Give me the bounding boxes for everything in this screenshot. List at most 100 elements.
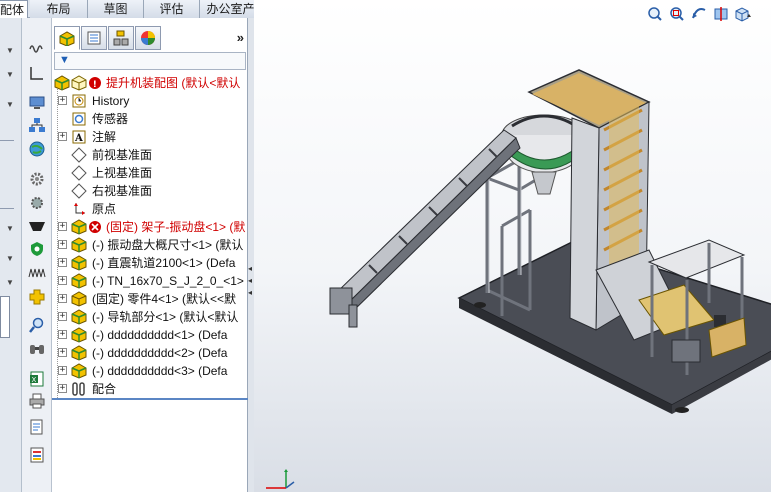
subassembly-icon <box>71 327 87 343</box>
annotation-icon: A <box>72 130 86 144</box>
tree-item-label: 传感器 <box>92 112 129 126</box>
tree-item-mates[interactable]: + 配合 <box>52 380 248 398</box>
expand-icon[interactable]: + <box>58 384 67 393</box>
dropdown-arrow-icon[interactable]: ▼ <box>6 278 14 287</box>
collapse-arrow-icon[interactable]: ◂ <box>248 276 252 285</box>
display-icon[interactable] <box>27 94 47 112</box>
tree-root[interactable]: ! 提升机装配图 (默认<默认 <box>52 74 248 92</box>
funnel-icon[interactable] <box>27 218 47 236</box>
tree-root-label: 提升机装配图 (默认<默认 <box>106 76 241 90</box>
tab-property-manager[interactable] <box>81 26 107 50</box>
tree-item-component[interactable]: + (固定) 零件4<1> (默认<<默 <box>52 290 248 308</box>
tree-item-component[interactable]: + (-) dddddddddd<2> (Defa <box>52 344 248 362</box>
expand-icon[interactable]: + <box>58 96 67 105</box>
plane-icon <box>71 147 87 163</box>
assembly-model[interactable] <box>254 0 771 492</box>
tree-item-right-plane[interactable]: 右视基准面 <box>52 182 248 200</box>
expand-icon[interactable]: + <box>58 240 67 249</box>
tab-feature-tree[interactable] <box>54 26 80 50</box>
tab-display-manager[interactable] <box>135 26 161 50</box>
tree-item-label: (-) 振动盘大概尺寸<1> (默认 <box>92 238 244 252</box>
command-manager-tabs: 配体 布局 草图 评估 办公室产品 <box>0 0 280 18</box>
origin-icon <box>74 203 85 215</box>
tree-item-label: 注解 <box>92 130 117 144</box>
tab-layout[interactable]: 布局 <box>30 0 88 18</box>
collapse-arrow-icon[interactable]: ◂ <box>248 264 252 273</box>
expand-icon[interactable]: + <box>58 294 67 303</box>
globe-icon[interactable] <box>27 140 47 158</box>
dropdown-arrow-icon[interactable]: ▼ <box>6 70 14 79</box>
tree-item-label: (-) 直震轨道2100<1> (Defa <box>92 256 236 270</box>
expand-icon[interactable]: + <box>58 312 67 321</box>
tab-assembly[interactable]: 配体 <box>0 0 28 18</box>
tab-sketch[interactable]: 草图 <box>88 0 144 18</box>
command-field[interactable] <box>0 296 10 338</box>
expand-icon[interactable]: + <box>58 330 67 339</box>
tree-item-component[interactable]: + (-) 振动盘大概尺寸<1> (默认 <box>52 236 248 254</box>
tree-item-front-plane[interactable]: 前视基准面 <box>52 146 248 164</box>
assembly-structure-icon[interactable] <box>27 116 47 134</box>
tree-item-label: 前视基准面 <box>92 148 153 162</box>
spring-coil-icon[interactable] <box>27 264 47 282</box>
dropdown-arrow-icon[interactable]: ▼ <box>6 100 14 109</box>
tree-item-component[interactable]: + (-) TN_16x70_S_J_2_0_<1> < <box>52 272 248 290</box>
collapse-arrow-icon[interactable]: ◂ <box>248 288 252 297</box>
plane-icon <box>71 165 87 181</box>
error-icon <box>89 221 101 233</box>
assembly-icon <box>54 75 70 91</box>
tree-item-component[interactable]: + (-) 导轨部分<1> (默认<默认 <box>52 308 248 326</box>
graphics-area[interactable] <box>254 0 771 492</box>
tree-item-origin[interactable]: 原点 <box>52 200 248 218</box>
tree-item-annotations[interactable]: + A 注解 <box>52 128 248 146</box>
expand-icon[interactable]: + <box>58 132 67 141</box>
tree-item-component[interactable]: + (-) dddddddddd<1> (Defa <box>52 326 248 344</box>
expand-icon[interactable]: + <box>58 276 67 285</box>
dropdown-arrow-icon[interactable]: ▼ <box>6 254 14 263</box>
tab-configuration-manager[interactable] <box>108 26 134 50</box>
tree-item-label: 配合 <box>92 382 117 396</box>
triad-axis-icon <box>266 469 295 489</box>
tree-item-component[interactable]: + (-) dddddddddd<3> (Defa <box>52 362 248 380</box>
tree-item-label: 原点 <box>92 202 117 216</box>
search-icon[interactable] <box>27 316 47 334</box>
separator <box>0 208 14 209</box>
tree-item-sensors[interactable]: 传感器 <box>52 110 248 128</box>
expand-icon[interactable]: + <box>58 222 67 231</box>
excel-icon[interactable]: X <box>27 370 47 388</box>
spring-icon[interactable] <box>27 40 47 58</box>
svg-text:A: A <box>74 133 83 144</box>
shield-check-icon[interactable] <box>27 240 47 258</box>
tree-item-label: (-) 导轨部分<1> (默认<默认 <box>92 310 239 324</box>
tree-item-history[interactable]: + History <box>52 92 248 110</box>
tree-item-component[interactable]: + (固定) 架子-振动盘<1> (默 <box>52 218 248 236</box>
expand-icon[interactable]: + <box>58 366 67 375</box>
tree-item-label: History <box>92 94 130 108</box>
filter-icon[interactable]: ▼ <box>59 54 70 66</box>
tree-item-label: 上视基准面 <box>92 166 153 180</box>
expand-icon[interactable]: + <box>58 348 67 357</box>
dropdown-arrow-icon[interactable]: ▼ <box>6 46 14 55</box>
print-icon[interactable] <box>27 392 47 410</box>
cross-part-icon[interactable] <box>27 288 47 306</box>
gear-icon[interactable] <box>27 170 47 188</box>
tree-item-top-plane[interactable]: 上视基准面 <box>52 164 248 182</box>
plane-icon <box>71 183 87 199</box>
dropdown-arrow-icon[interactable]: ▼ <box>6 224 14 233</box>
tab-evaluate[interactable]: 评估 <box>144 0 200 18</box>
assembly-tree-icon <box>59 31 75 46</box>
more-tabs-chevron-icon[interactable]: » <box>237 30 244 45</box>
gear-settings-icon[interactable] <box>27 194 47 212</box>
tree-item-component[interactable]: + (-) 直震轨道2100<1> (Defa <box>52 254 248 272</box>
subassembly-icon <box>71 273 87 289</box>
smart-dimension-icon[interactable] <box>27 64 47 82</box>
expand-icon[interactable]: + <box>58 258 67 267</box>
bill-of-materials-icon[interactable] <box>27 446 47 464</box>
rollback-bar[interactable] <box>52 398 248 400</box>
error-icon: ! <box>89 77 101 90</box>
tree-item-label: (固定) 零件4<1> (默认<<默 <box>92 292 237 306</box>
subassembly-icon <box>71 309 87 325</box>
feature-manager-panel: » ▼ ! 提升机装配图 (默认<默认 + History 传感器 + A 注解 <box>52 18 248 492</box>
binoculars-icon[interactable] <box>27 340 47 358</box>
document-properties-icon[interactable] <box>27 418 47 436</box>
tree-filter-field[interactable]: ▼ <box>54 52 246 70</box>
